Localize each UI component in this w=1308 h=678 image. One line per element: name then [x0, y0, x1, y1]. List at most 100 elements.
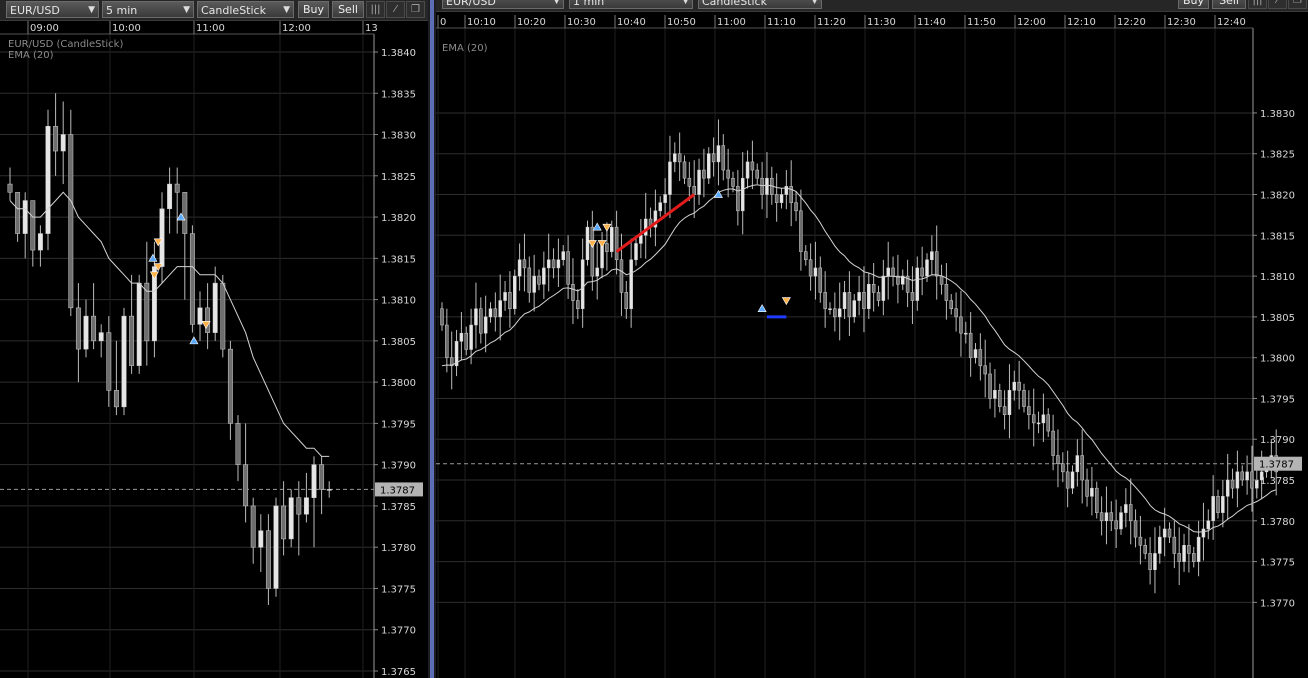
candle-body	[1061, 463, 1065, 473]
candle-body	[265, 530, 271, 589]
candle-body	[949, 300, 953, 309]
candle-body	[978, 349, 983, 367]
y-tick-label: 1.3800	[1260, 354, 1295, 365]
chevron-down-icon: ▼	[183, 5, 190, 15]
candle-body	[765, 177, 769, 195]
candle-body	[258, 530, 264, 548]
x-tick-label: 12:20	[1117, 17, 1146, 28]
draw-line-icon[interactable]: ⁄	[386, 1, 405, 18]
candle-body	[954, 308, 958, 318]
right-sell-button[interactable]: Sell	[1212, 0, 1246, 9]
candle-body	[1153, 553, 1157, 570]
left-chart-canvas[interactable]: 1.3840 1.3835 1.3830 1.3825 1.3820 1.3815 1.38…	[0, 0, 428, 678]
y-tick-label: 1.3840	[381, 48, 416, 59]
chevron-down-icon: ▼	[283, 5, 290, 15]
candle-body	[1162, 528, 1167, 538]
candle-body	[561, 251, 565, 261]
sell-signal-marker	[597, 240, 607, 249]
left-interval-select[interactable]: 5 min ▼	[102, 1, 194, 18]
candle-body	[1221, 496, 1225, 513]
right-chart-toolbar: EUR/USD ▼ 1 min ▼ CandleStick ▼ Buy Sell ||…	[436, 0, 1308, 12]
left-charttype-select[interactable]: CandleStick ▼	[197, 1, 294, 18]
candle-body	[1172, 536, 1177, 554]
x-tick-label: 10:50	[667, 17, 696, 28]
indicator-icon[interactable]: |||	[366, 1, 385, 18]
right-buy-button[interactable]: Buy	[1178, 0, 1209, 9]
candle-body	[1240, 471, 1244, 481]
candle-body	[527, 267, 532, 293]
right-legend-ema: EMA (20)	[442, 43, 488, 54]
left-x-axis: 09:00 10:00 11:00 12:00 13	[0, 21, 378, 35]
candle-body	[1041, 414, 1046, 424]
candle-body	[440, 308, 444, 326]
candle-body	[273, 505, 279, 589]
pane-splitter[interactable]	[428, 0, 436, 678]
current-price-label: 1.3787	[1259, 460, 1294, 471]
candle-body	[197, 307, 203, 325]
y-tick-label: 1.3770	[381, 626, 416, 637]
candle-body	[634, 243, 638, 261]
indicator-icon[interactable]: |||	[1248, 0, 1267, 9]
x-tick-label: 10:30	[567, 17, 596, 28]
candle-body	[235, 423, 241, 465]
y-tick-label: 1.3825	[1260, 150, 1295, 161]
candle-body	[1177, 553, 1181, 562]
candle-body	[60, 134, 66, 152]
candle-body	[842, 292, 847, 309]
candle-body	[1017, 381, 1021, 391]
y-tick-label: 1.3815	[1260, 231, 1295, 242]
candle-body	[1056, 455, 1060, 464]
y-tick-label: 1.3790	[1260, 435, 1295, 446]
y-tick-label: 1.3785	[1260, 476, 1295, 487]
candle-body	[189, 233, 195, 325]
candle-body	[1230, 479, 1235, 489]
right-chart-canvas[interactable]: 1.3830 1.3825 1.3820 1.3815 1.3810 1.3805 1.38…	[436, 0, 1308, 678]
detach-window-icon[interactable]: ❐	[406, 1, 425, 18]
candle-body	[711, 153, 716, 163]
candle-body	[1138, 536, 1143, 546]
candle-body	[30, 200, 36, 251]
candle-body	[779, 194, 784, 203]
right-symbol-select[interactable]: EUR/USD ▼	[442, 0, 564, 9]
candle-body	[920, 267, 924, 277]
left-buy-button[interactable]: Buy	[298, 1, 329, 18]
candle-body	[988, 373, 992, 399]
candle-body	[296, 497, 302, 515]
candle-body	[459, 332, 464, 342]
candle-body	[721, 145, 726, 171]
y-tick-label: 1.3785	[381, 502, 416, 513]
right-trade-lines	[615, 193, 787, 319]
candle-body	[445, 324, 449, 358]
candle-body	[629, 259, 633, 309]
x-tick-label: 10:40	[617, 17, 646, 28]
candle-body	[687, 177, 692, 187]
detach-window-icon[interactable]: ❐	[1288, 0, 1307, 9]
candle-body	[22, 200, 28, 234]
candle-body	[212, 282, 218, 333]
right-charttype-select[interactable]: CandleStick ▼	[698, 0, 822, 9]
candle-body	[876, 292, 881, 301]
candle-body	[760, 177, 764, 195]
x-tick-label: 10:20	[517, 17, 546, 28]
sell-signal-marker	[149, 271, 159, 280]
candle-body	[522, 259, 527, 269]
y-tick-label: 1.3820	[1260, 191, 1295, 202]
candle-body	[1022, 390, 1026, 407]
left-symbol-value: EUR/USD	[10, 4, 60, 17]
candle-body	[53, 126, 59, 152]
candle-body	[75, 307, 81, 350]
candle-body	[1143, 545, 1147, 554]
left-sell-button[interactable]: Sell	[332, 1, 364, 18]
right-interval-select[interactable]: 1 min ▼	[569, 0, 693, 9]
candle-body	[867, 283, 871, 309]
candle-body	[682, 161, 687, 179]
candle-body	[968, 332, 973, 358]
draw-line-icon[interactable]: ⁄	[1268, 0, 1287, 9]
candle-body	[503, 292, 507, 301]
candle-body	[624, 292, 629, 309]
left-legend-symbol: EUR/USD (CandleStick)	[8, 39, 123, 50]
candle-body	[934, 251, 939, 277]
left-symbol-select[interactable]: EUR/USD ▼	[6, 1, 99, 18]
x-tick-label: 13	[365, 23, 378, 34]
y-tick-label: 1.3820	[381, 213, 416, 224]
